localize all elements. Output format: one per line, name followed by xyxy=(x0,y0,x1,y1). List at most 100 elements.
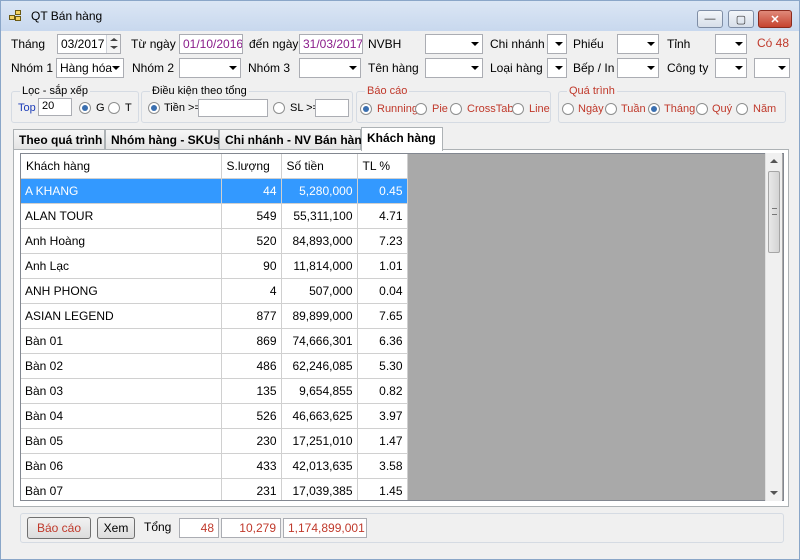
scroll-thumb[interactable] xyxy=(768,171,780,253)
ten-hang-combo[interactable] xyxy=(425,58,483,78)
extra-combo[interactable] xyxy=(754,58,790,78)
phieu-combo[interactable] xyxy=(617,34,659,54)
nvbh-label: NVBH xyxy=(368,37,402,51)
percent-cell: 1.47 xyxy=(357,428,408,454)
pie-radio[interactable] xyxy=(415,103,427,115)
thang-radio[interactable] xyxy=(648,103,660,115)
tinh-combo[interactable] xyxy=(715,34,747,54)
customer-name-cell: ALAN TOUR xyxy=(21,203,222,229)
customer-name-cell: Bàn 04 xyxy=(21,403,222,429)
cong-ty-combo[interactable] xyxy=(715,58,747,78)
table-row[interactable]: Bàn 03 135 9,654,855 0.82 xyxy=(21,378,408,404)
maximize-icon: ▢ xyxy=(735,13,747,26)
t-label: T xyxy=(125,102,132,114)
ngay-radio[interactable] xyxy=(562,103,574,115)
thang-value: 03/2017 xyxy=(61,37,105,51)
tab-nhom-hang-skus[interactable]: Nhóm hàng - SKUs xyxy=(105,129,220,150)
amount-cell: 55,311,100 xyxy=(281,203,358,229)
minimize-button[interactable]: — xyxy=(697,10,723,28)
table-row[interactable]: ASIAN LEGEND 877 89,899,000 7.65 xyxy=(21,303,408,329)
nhom3-combo[interactable] xyxy=(299,58,361,78)
tuan-radio[interactable] xyxy=(605,103,617,115)
table-row[interactable]: Bàn 01 869 74,666,301 6.36 xyxy=(21,328,408,354)
table-row[interactable]: Bàn 05 230 17,251,010 1.47 xyxy=(21,428,408,454)
total-count: 48 xyxy=(179,518,219,538)
footer-bar: Báo cáo Xem Tổng 48 10,279 1,174,899,001 xyxy=(20,513,784,543)
nhom2-combo[interactable] xyxy=(179,58,241,78)
bao-cao-button[interactable]: Báo cáo xyxy=(27,517,91,539)
scroll-up-icon[interactable] xyxy=(770,159,778,163)
chevron-down-icon xyxy=(112,66,120,70)
chevron-down-icon xyxy=(349,66,357,70)
close-button[interactable]: ✕ xyxy=(758,10,792,28)
tab-chi-nhanh-nv[interactable]: Chi nhánh - NV Bán hàng xyxy=(219,129,369,150)
loc-sap-xep-group: Lọc - sắp xếp Top 20 G T xyxy=(11,85,139,123)
tu-ngay-input[interactable]: 01/10/2016 xyxy=(179,34,243,54)
nvbh-combo[interactable] xyxy=(425,34,483,54)
grip-icon xyxy=(772,208,777,215)
table-row[interactable]: Bàn 02 486 62,246,085 5.30 xyxy=(21,353,408,379)
g-radio[interactable] xyxy=(79,102,91,114)
qua-trinh-group: Quá trình Ngày Tuần Tháng Quý Năm xyxy=(558,85,786,123)
table-row[interactable]: ANH PHONG 4 507,000 0.04 xyxy=(21,278,408,304)
nhom1-combo[interactable]: Hàng hóa xyxy=(56,58,124,78)
percent-cell: 3.97 xyxy=(357,403,408,429)
loc-sap-xep-title: Lọc - sắp xếp xyxy=(20,85,91,97)
top-input[interactable]: 20 xyxy=(38,98,72,116)
app-icon xyxy=(9,10,23,22)
nam-radio[interactable] xyxy=(736,103,748,115)
window-title: QT Bán hàng xyxy=(31,9,103,23)
chevron-down-icon xyxy=(471,66,479,70)
percent-cell: 7.65 xyxy=(357,303,408,329)
crosstab-radio[interactable] xyxy=(450,103,462,115)
header-so-luong[interactable]: S.lượng xyxy=(221,154,282,179)
table-row[interactable]: Bàn 06 433 42,013,635 3.58 xyxy=(21,453,408,479)
table-row[interactable]: ALAN TOUR 549 55,311,100 4.71 xyxy=(21,203,408,229)
t-radio[interactable] xyxy=(108,102,120,114)
tuan-label: Tuần xyxy=(621,103,646,115)
bep-in-combo[interactable] xyxy=(617,58,659,78)
table-row[interactable]: Anh Hoàng 520 84,893,000 7.23 xyxy=(21,228,408,254)
amount-cell: 74,666,301 xyxy=(281,328,358,354)
running-radio[interactable] xyxy=(360,103,372,115)
maximize-button[interactable]: ▢ xyxy=(728,10,754,28)
loai-hang-combo[interactable] xyxy=(547,58,567,78)
tab-khach-hang[interactable]: Khách hàng xyxy=(361,127,443,151)
thang-input[interactable]: 03/2017 xyxy=(57,34,121,54)
sl-radio[interactable] xyxy=(273,102,285,114)
tien-radio[interactable] xyxy=(148,102,160,114)
chevron-down-icon xyxy=(555,66,563,70)
customer-name-cell: Bàn 03 xyxy=(21,378,222,404)
main-window: QT Bán hàng — ▢ ✕ Tháng 03/2017 Từ ngày … xyxy=(0,0,800,560)
header-so-tien[interactable]: Số tiền xyxy=(281,154,358,179)
title-bar: QT Bán hàng — ▢ ✕ xyxy=(1,1,799,31)
running-label: Running xyxy=(377,103,418,115)
xem-button[interactable]: Xem xyxy=(97,517,135,539)
quantity-cell: 433 xyxy=(221,453,282,479)
thang-spinner[interactable] xyxy=(106,35,120,53)
dieu-kien-group: Điều kiện theo tổng Tiền >= SL >= xyxy=(141,85,353,123)
line-radio[interactable] xyxy=(512,103,524,115)
table-row[interactable]: Bàn 07 231 17,039,385 1.45 xyxy=(21,478,408,500)
chevron-down-icon xyxy=(778,66,786,70)
table-row[interactable]: A KHANG 44 5,280,000 0.45 xyxy=(21,178,408,204)
sl-input[interactable] xyxy=(315,99,349,117)
den-ngay-input[interactable]: 31/03/2017 xyxy=(299,34,363,54)
grid-scrollbar[interactable] xyxy=(765,153,782,501)
amount-cell: 46,663,625 xyxy=(281,403,358,429)
pie-label: Pie xyxy=(432,103,448,115)
table-header-row: Khách hàng S.lượng Số tiền TL % xyxy=(21,154,408,179)
tien-label: Tiền >= xyxy=(164,102,201,114)
table-body: A KHANG 44 5,280,000 0.45 ALAN TOUR 549 55,311… xyxy=(21,178,408,500)
header-tl-percent[interactable]: TL % xyxy=(357,154,408,179)
quantity-cell: 231 xyxy=(221,478,282,500)
tab-theo-qua-trinh[interactable]: Theo quá trình xyxy=(13,129,105,150)
chi-nhanh-combo[interactable] xyxy=(547,34,567,54)
customer-name-cell: Anh Hoàng xyxy=(21,228,222,254)
table-row[interactable]: Bàn 04 526 46,663,625 3.97 xyxy=(21,403,408,429)
quy-radio[interactable] xyxy=(696,103,708,115)
scroll-down-icon[interactable] xyxy=(770,491,778,495)
header-khach-hang[interactable]: Khách hàng xyxy=(21,154,222,179)
table-row[interactable]: Anh Lạc 90 11,814,000 1.01 xyxy=(21,253,408,279)
tien-input[interactable] xyxy=(198,99,268,117)
